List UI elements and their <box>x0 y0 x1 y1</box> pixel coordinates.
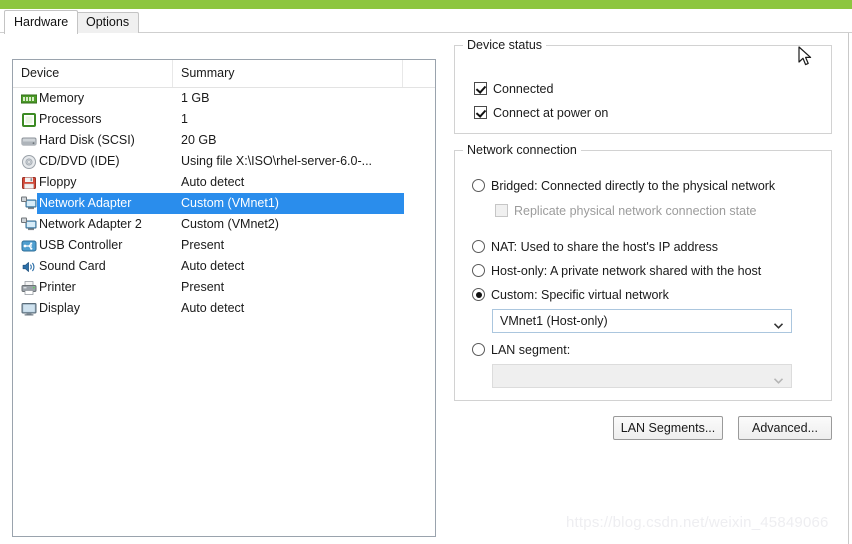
title-bar-accent <box>0 0 852 9</box>
table-row[interactable]: Printer Present <box>13 277 435 298</box>
table-row[interactable]: Hard Disk (SCSI) 20 GB <box>13 130 435 151</box>
custom-network-select[interactable]: VMnet1 (Host-only) <box>492 309 792 333</box>
device-summary: 1 <box>181 112 188 126</box>
printer-icon <box>21 280 37 296</box>
device-summary: Present <box>181 238 225 252</box>
processor-icon <box>21 112 37 128</box>
display-icon <box>21 301 37 317</box>
network-adapter-icon <box>21 196 37 212</box>
device-name: Network Adapter 2 <box>39 217 142 231</box>
device-name: Hard Disk (SCSI) <box>39 133 135 147</box>
column-header-extra[interactable] <box>403 60 435 87</box>
device-name: Processors <box>39 112 102 126</box>
settings-panel: Device status Connected Connect at power… <box>454 38 838 525</box>
radio-bridged[interactable] <box>472 179 485 192</box>
memory-icon <box>20 91 38 107</box>
connect-at-power-on-label: Connect at power on <box>493 106 609 120</box>
hard-disk-icon <box>21 133 37 149</box>
network-adapter-icon <box>21 217 37 233</box>
connected-checkbox[interactable] <box>474 82 487 95</box>
table-row[interactable]: Floppy Auto detect <box>13 172 435 193</box>
table-row[interactable]: Memory 1 GB <box>13 88 435 109</box>
connect-at-power-on-checkbox[interactable] <box>474 106 487 119</box>
device-summary: 1 GB <box>181 91 210 105</box>
network-connection-group-title: Network connection <box>463 143 581 157</box>
advanced-button[interactable]: Advanced... <box>738 416 832 440</box>
radio-nat[interactable] <box>472 240 485 253</box>
lan-segment-select[interactable] <box>492 364 792 388</box>
tab-strip: Hardware Options <box>0 9 852 34</box>
device-name: Printer <box>39 280 76 294</box>
column-header-device[interactable]: Device <box>13 60 173 87</box>
column-header-device-label: Device <box>21 66 60 80</box>
radio-lan-segment[interactable] <box>472 343 485 356</box>
tab-hardware[interactable]: Hardware <box>4 10 79 34</box>
device-summary: Auto detect <box>181 259 245 273</box>
radio-nat-label: NAT: Used to share the host's IP address <box>491 240 719 254</box>
device-summary: Auto detect <box>181 175 245 189</box>
table-row[interactable]: Processors 1 <box>13 109 435 130</box>
device-list-header: Device Summary <box>13 60 435 88</box>
device-summary: Custom (VMnet2) <box>181 217 279 231</box>
device-summary: 20 GB <box>181 133 217 147</box>
radio-custom-label: Custom: Specific virtual network <box>491 288 669 302</box>
chevron-down-icon <box>773 318 784 329</box>
panel-right-edge <box>848 33 849 544</box>
column-header-summary[interactable]: Summary <box>173 60 403 87</box>
device-name: Sound Card <box>39 259 106 273</box>
network-connection-group: Network connection Bridged: Connected di… <box>454 143 832 401</box>
connected-label: Connected <box>493 82 554 96</box>
device-name: USB Controller <box>39 238 123 252</box>
table-row[interactable]: Sound Card Auto detect <box>13 256 435 277</box>
chevron-down-icon <box>773 373 784 384</box>
custom-network-select-value: VMnet1 (Host-only) <box>500 314 608 328</box>
lan-segments-button[interactable]: LAN Segments... <box>613 416 723 440</box>
device-name: Network Adapter <box>39 196 132 210</box>
replicate-physical-network-checkbox[interactable] <box>495 204 508 217</box>
usb-controller-icon <box>21 238 37 254</box>
cd-dvd-icon <box>21 154 37 170</box>
watermark-text: https://blog.csdn.net/weixin_45849066 <box>566 514 829 531</box>
tab-options-label: Options <box>86 15 130 29</box>
device-status-group-title: Device status <box>463 38 547 52</box>
radio-bridged-label: Bridged: Connected directly to the physi… <box>491 179 776 193</box>
radio-host-only-label: Host-only: A private network shared with… <box>491 264 762 278</box>
floppy-icon <box>21 175 37 191</box>
table-row[interactable]: USB Controller Present <box>13 235 435 256</box>
radio-host-only[interactable] <box>472 264 485 277</box>
device-summary: Custom (VMnet1) <box>181 196 279 210</box>
device-status-group: Device status Connected Connect at power… <box>454 38 832 134</box>
radio-custom[interactable] <box>472 288 485 301</box>
table-row[interactable]: Network Adapter 2 Custom (VMnet2) <box>13 214 435 235</box>
radio-lan-segment-label: LAN segment: <box>491 343 571 357</box>
device-summary: Using file X:\ISO\rhel-server-6.0-... <box>181 154 373 168</box>
device-name: Display <box>39 301 80 315</box>
device-summary: Present <box>181 280 225 294</box>
table-row-network-adapter[interactable]: Network Adapter Custom (VMnet1) <box>13 193 435 214</box>
tab-hardware-label: Hardware <box>14 15 69 29</box>
column-header-summary-label: Summary <box>181 66 235 80</box>
device-name: Floppy <box>39 175 77 189</box>
device-name: Memory <box>39 91 85 105</box>
tab-options[interactable]: Options <box>76 12 140 33</box>
device-summary: Auto detect <box>181 301 245 315</box>
table-row[interactable]: CD/DVD (IDE) Using file X:\ISO\rhel-serv… <box>13 151 435 172</box>
device-name: CD/DVD (IDE) <box>39 154 120 168</box>
device-list[interactable]: Device Summary Memory 1 GB Processors 1 … <box>12 59 436 537</box>
replicate-physical-network-label: Replicate physical network connection st… <box>514 204 757 218</box>
table-row[interactable]: Display Auto detect <box>13 298 435 319</box>
sound-card-icon <box>21 259 37 275</box>
